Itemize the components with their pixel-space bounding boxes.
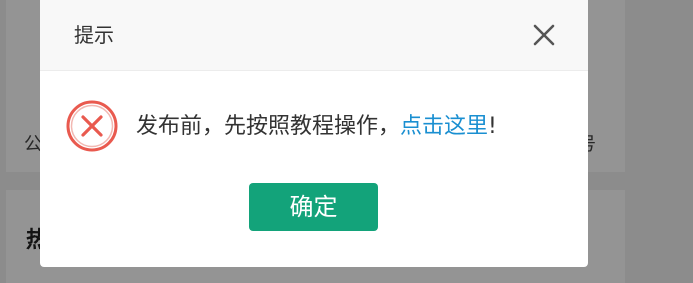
close-icon[interactable] xyxy=(531,22,557,48)
dialog-title: 提示 xyxy=(74,23,114,47)
dialog-body: 发布前，先按照教程操作，点击这里! 确定 xyxy=(40,71,588,267)
dialog-header: 提示 xyxy=(40,0,588,71)
alert-dialog: 提示 发布前，先按照教程操作，点击这里! 确定 xyxy=(40,0,588,267)
message-text: 发布前，先按照教程操作， xyxy=(136,114,401,139)
message-suffix: ! xyxy=(488,114,497,139)
dialog-message: 发布前，先按照教程操作，点击这里! xyxy=(136,111,497,143)
error-circle-x-icon xyxy=(65,99,119,153)
confirm-button[interactable]: 确定 xyxy=(249,183,378,231)
tutorial-link[interactable]: 点击这里 xyxy=(400,114,488,139)
